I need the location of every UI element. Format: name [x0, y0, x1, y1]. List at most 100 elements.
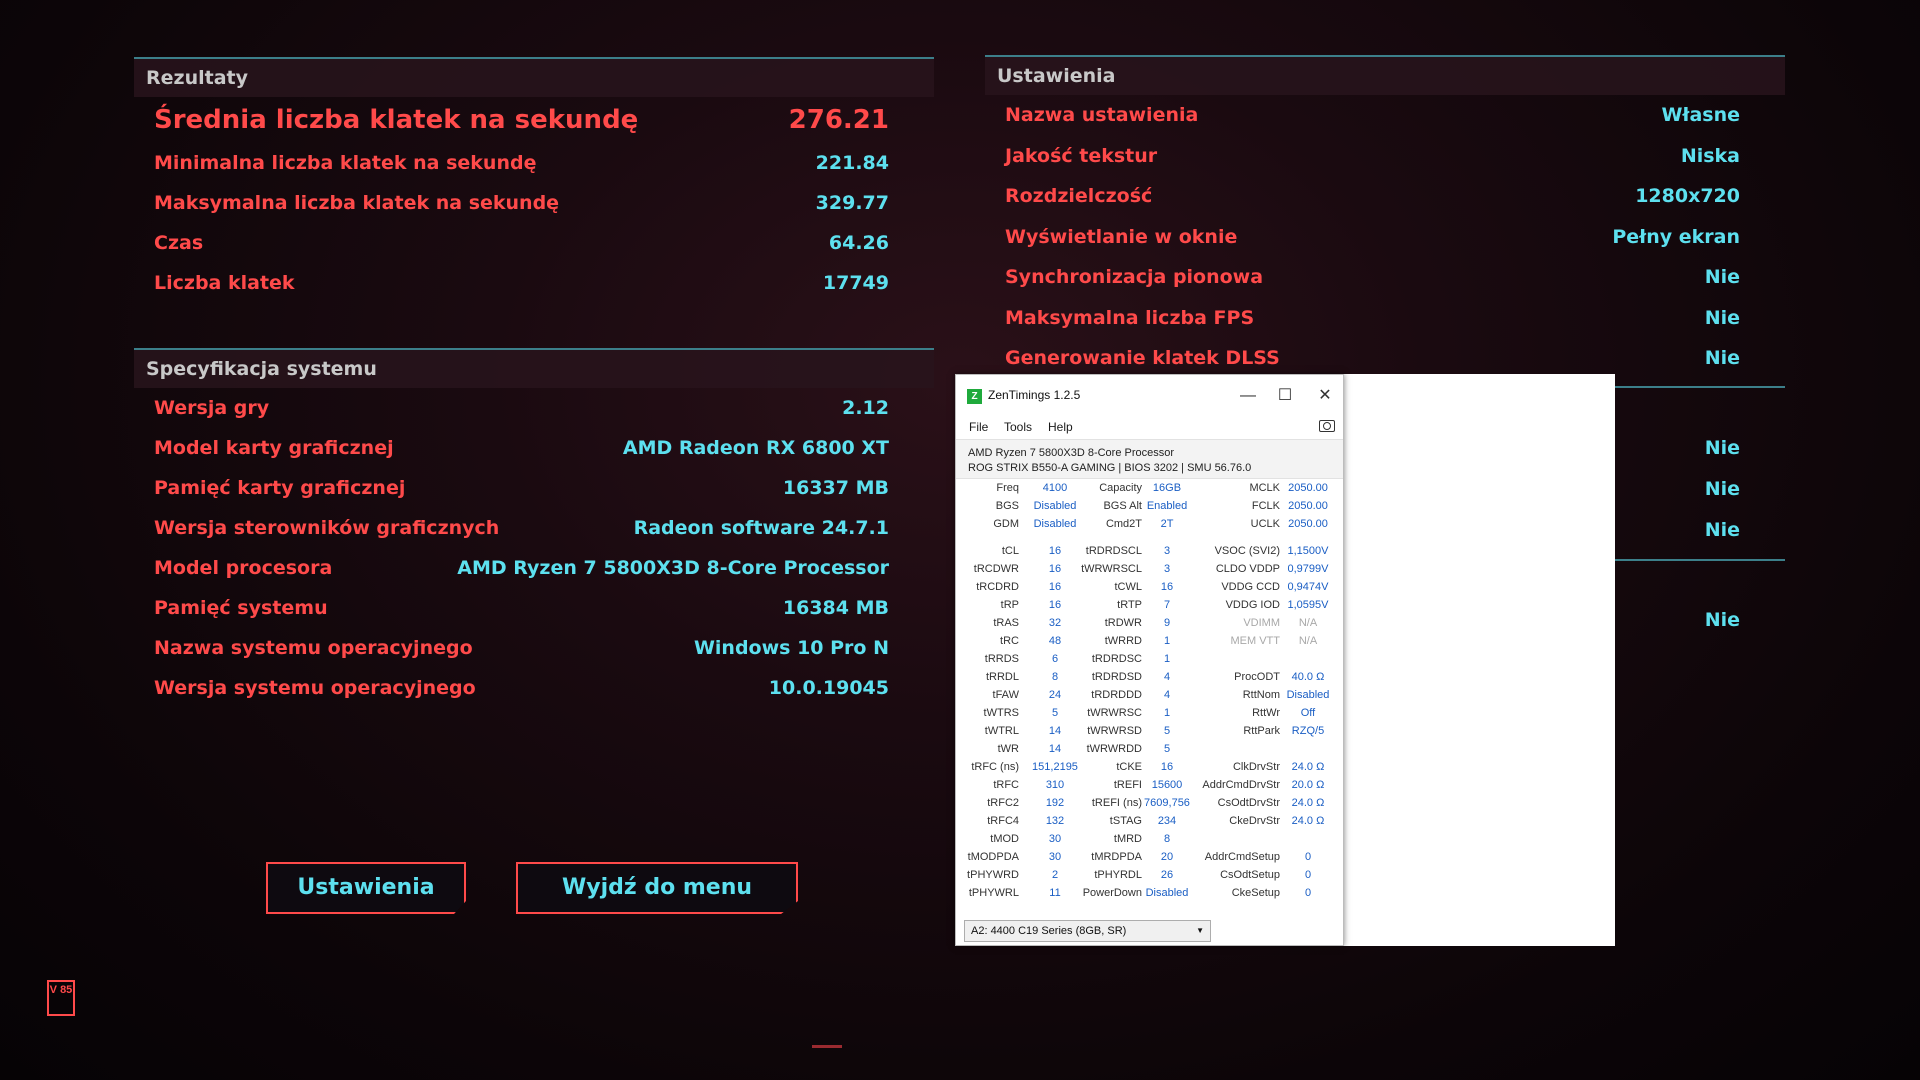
timing-key: RttPark — [1243, 725, 1280, 737]
timing-row: tMODPDA 30 tMRDPDA 20 AddrCmdSetup 0 — [956, 848, 1345, 866]
row-value: Własne — [1661, 104, 1740, 126]
specs-row: Wersja gry 2.12 — [134, 388, 934, 428]
timing-value: 1,0595V — [1287, 599, 1329, 611]
specs-row: Wersja systemu operacyjnego 10.0.19045 — [134, 668, 934, 708]
results-row-min-fps: Minimalna liczba klatek na sekundę 221.8… — [134, 143, 934, 183]
row-label: Wersja gry — [154, 397, 270, 419]
timing-key: Freq — [996, 482, 1019, 494]
memory-profile-select[interactable]: A2: 4400 C19 Series (8GB, SR) ▼ — [964, 920, 1211, 942]
row-value: 276.21 — [788, 105, 889, 135]
timing-key: tRDRDSD — [1091, 671, 1142, 683]
timing-value: 7609,756 — [1144, 797, 1190, 809]
timing-value: 16GB — [1152, 482, 1182, 494]
timing-value: RZQ/5 — [1291, 725, 1325, 737]
row-label: Synchronizacja pionowa — [1005, 266, 1264, 288]
timing-value: 20.0 Ω — [1291, 779, 1325, 791]
timing-key: tRFC (ns) — [971, 761, 1019, 773]
timing-row: tMOD 30 tMRD 8 — [956, 830, 1345, 848]
results-row-frames: Liczba klatek 17749 — [134, 263, 934, 303]
minimize-icon[interactable]: — — [1228, 381, 1268, 411]
timing-key: tRTP — [1117, 599, 1142, 611]
timing-value: 3 — [1163, 563, 1171, 575]
row-label: Model karty graficznej — [154, 437, 394, 459]
timing-key: tWRRD — [1104, 635, 1142, 647]
timing-key: tSTAG — [1109, 815, 1142, 827]
settings-hidden-value: Nie — [1615, 510, 1785, 550]
menu-bar: File Tools Help — [956, 417, 1343, 439]
row-label: Pamięć systemu — [154, 597, 328, 619]
menu-help[interactable]: Help — [1048, 420, 1073, 434]
results-panel: Rezultaty Średnia liczba klatek na sekun… — [134, 57, 934, 303]
timing-key: RttWr — [1252, 707, 1280, 719]
timing-key: FCLK — [1251, 500, 1280, 512]
timing-key: tCKE — [1116, 761, 1142, 773]
row-value: Nie — [1704, 266, 1740, 288]
timing-value: 0 — [1304, 851, 1312, 863]
menu-tools[interactable]: Tools — [1004, 420, 1032, 434]
timing-value: 192 — [1045, 797, 1065, 809]
timing-value: 0,9474V — [1287, 581, 1329, 593]
settings-header: Ustawienia — [985, 57, 1785, 95]
row-label: Czas — [154, 232, 204, 254]
title-bar: Z ZenTimings 1.2.5 — ☐ ✕ — [956, 375, 1343, 417]
timing-key: tRFC — [993, 779, 1019, 791]
row-value: Nie — [1704, 478, 1740, 500]
timing-key: tPHYWRD — [967, 869, 1019, 881]
row-value: Nie — [1704, 347, 1740, 369]
timing-key: tWRWRSCL — [1081, 563, 1142, 575]
settings-row: Generowanie klatek DLSS Nie — [985, 338, 1785, 379]
results-row-max-fps: Maksymalna liczba klatek na sekundę 329.… — [134, 183, 934, 223]
timing-key: tRFC4 — [987, 815, 1019, 827]
settings-button[interactable]: Ustawienia — [266, 862, 466, 914]
timing-value: 5 — [1163, 743, 1171, 755]
chevron-down-icon: ▼ — [1196, 926, 1204, 935]
maximize-icon[interactable]: ☐ — [1265, 381, 1305, 411]
timing-row: GDM Disabled Cmd2T 2T UCLK 2050.00 — [956, 515, 1345, 533]
timing-value: 3 — [1163, 545, 1171, 557]
timing-row: tRRDS 6 tRDRDSC 1 — [956, 650, 1345, 668]
timing-value: Off — [1300, 707, 1316, 719]
close-icon[interactable]: ✕ — [1305, 381, 1345, 411]
timing-key: VDDG CCD — [1221, 581, 1280, 593]
timing-value: 24.0 Ω — [1291, 797, 1325, 809]
timing-row: tRC 48 tWRRD 1 MEM VTT N/A — [956, 632, 1345, 650]
row-value: 221.84 — [815, 152, 889, 174]
white-overlay-area — [1344, 374, 1615, 946]
timing-key: CsOdtDrvStr — [1217, 797, 1280, 809]
timing-key: tWRWRDD — [1086, 743, 1142, 755]
timing-row: BGS Disabled BGS Alt Enabled FCLK 2050.00 — [956, 497, 1345, 515]
timing-key: AddrCmdDrvStr — [1202, 779, 1280, 791]
timing-row: tWR 14 tWRWRDD 5 — [956, 740, 1345, 758]
camera-icon[interactable] — [1319, 420, 1335, 432]
timing-key: tCWL — [1114, 581, 1143, 593]
timing-row: tRCDRD 16 tCWL 16 VDDG CCD 0,9474V — [956, 578, 1345, 596]
row-value: 64.26 — [828, 232, 889, 254]
timing-key: tWRWRSD — [1087, 725, 1142, 737]
specs-row: Model procesora AMD Ryzen 7 5800X3D 8-Cor… — [134, 548, 934, 588]
timing-key: tMODPDA — [967, 851, 1019, 863]
timing-value: 310 — [1045, 779, 1065, 791]
version-badge-icon: V 85 — [47, 980, 75, 1016]
timing-value: Disabled — [1286, 689, 1330, 701]
row-value: Windows 10 Pro N — [693, 637, 889, 659]
timing-value: 16 — [1048, 599, 1062, 611]
timing-value: 16 — [1048, 581, 1062, 593]
timing-key: tRFC2 — [987, 797, 1019, 809]
timing-value: Disabled — [1145, 887, 1189, 899]
row-label: Wyświetlanie w oknie — [1005, 225, 1238, 248]
menu-file[interactable]: File — [969, 420, 988, 434]
timing-key: MCLK — [1249, 482, 1280, 494]
timing-key: CsOdtSetup — [1220, 869, 1280, 881]
memory-profile-value: A2: 4400 C19 Series (8GB, SR) — [971, 925, 1127, 937]
timing-value: 1 — [1163, 707, 1171, 719]
settings-divider-2 — [1615, 559, 1785, 561]
zentimings-window: Z ZenTimings 1.2.5 — ☐ ✕ File Tools Help… — [955, 374, 1344, 946]
specs-row: Wersja sterowników graficznych Radeon sof… — [134, 508, 934, 548]
timing-row: tRFC 310 tREFI 15600 AddrCmdDrvStr 20.0 Ω — [956, 776, 1345, 794]
exit-to-menu-button[interactable]: Wyjdź do menu głównego — [516, 862, 798, 914]
timing-key: tREFI (ns) — [1091, 797, 1142, 809]
timing-value: 1 — [1163, 653, 1171, 665]
timing-value: 9 — [1163, 617, 1171, 629]
timing-value: 4 — [1163, 671, 1171, 683]
specs-row: Model karty graficznej AMD Radeon RX 6800… — [134, 428, 934, 468]
